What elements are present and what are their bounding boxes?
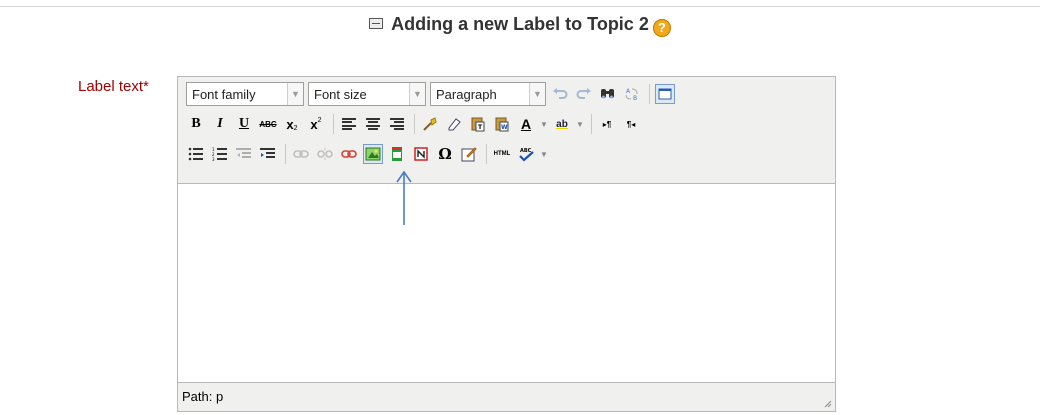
help-icon[interactable]: ? bbox=[652, 19, 671, 37]
superscript-icon[interactable]: x2 bbox=[306, 114, 326, 134]
highlight-color-icon[interactable]: ab bbox=[552, 114, 572, 134]
toolbar-row-3: 123 Ω HTML ABC ▼ bbox=[186, 142, 552, 166]
toolbar-separator bbox=[285, 144, 286, 164]
subscript-icon[interactable]: x2 bbox=[282, 114, 302, 134]
chevron-down-icon: ▼ bbox=[409, 83, 425, 105]
align-right-icon[interactable] bbox=[387, 114, 407, 134]
italic-icon[interactable]: I bbox=[210, 114, 230, 134]
text-color-icon[interactable]: A bbox=[516, 114, 536, 134]
insert-image-icon[interactable] bbox=[363, 144, 383, 164]
link-icon[interactable] bbox=[291, 144, 311, 164]
svg-text:3: 3 bbox=[212, 157, 215, 161]
format-select[interactable]: Paragraph ▼ bbox=[430, 82, 546, 106]
align-center-icon[interactable] bbox=[363, 114, 383, 134]
editor-path: Path: p bbox=[182, 389, 224, 404]
anchor-icon[interactable] bbox=[339, 144, 359, 164]
chevron-down-icon: ▼ bbox=[529, 83, 545, 105]
toolbar-separator bbox=[591, 114, 592, 134]
label-text-field-label: Label text* bbox=[78, 78, 149, 95]
toolbar-row-1: Font family ▼ Font size ▼ Paragraph ▼ AB bbox=[186, 82, 679, 106]
numbered-list-icon[interactable]: 123 bbox=[210, 144, 230, 164]
undo-icon[interactable] bbox=[550, 84, 570, 104]
media-icon[interactable] bbox=[387, 144, 407, 164]
nonbreaking-icon[interactable] bbox=[411, 144, 431, 164]
text-color-dropdown-icon[interactable]: ▼ bbox=[540, 114, 548, 134]
highlight-dropdown-icon[interactable]: ▼ bbox=[576, 114, 584, 134]
top-divider bbox=[0, 6, 1040, 7]
page-title: Adding a new Label to Topic 2 bbox=[391, 14, 649, 34]
strikethrough-icon[interactable]: ABC bbox=[258, 114, 278, 134]
edit-icon[interactable] bbox=[459, 144, 479, 164]
annotation-arrow bbox=[396, 170, 412, 225]
svg-text:ABC: ABC bbox=[520, 148, 532, 154]
svg-text:B: B bbox=[633, 95, 637, 102]
align-left-icon[interactable] bbox=[339, 114, 359, 134]
replace-icon[interactable]: AB bbox=[622, 84, 642, 104]
editor-content-area[interactable] bbox=[178, 183, 835, 383]
cleanup-icon[interactable] bbox=[420, 114, 440, 134]
font-size-select[interactable]: Font size ▼ bbox=[308, 82, 426, 106]
toolbar-separator bbox=[333, 114, 334, 134]
redo-icon[interactable] bbox=[574, 84, 594, 104]
ltr-icon[interactable]: ▸¶ bbox=[597, 114, 617, 134]
indent-icon[interactable] bbox=[258, 144, 278, 164]
label-module-icon bbox=[369, 18, 384, 29]
find-icon[interactable] bbox=[598, 84, 618, 104]
page-title-wrap: Adding a new Label to Topic 2? bbox=[0, 14, 1040, 37]
fullscreen-icon[interactable] bbox=[655, 84, 675, 104]
toolbar-separator bbox=[649, 84, 650, 104]
rich-text-editor: Font family ▼ Font size ▼ Paragraph ▼ AB… bbox=[177, 76, 836, 412]
underline-icon[interactable]: U bbox=[234, 114, 254, 134]
bullet-list-icon[interactable] bbox=[186, 144, 206, 164]
chevron-down-icon: ▼ bbox=[287, 83, 303, 105]
svg-text:W: W bbox=[501, 124, 508, 131]
rtl-icon[interactable]: ¶◂ bbox=[621, 114, 641, 134]
toolbar-separator bbox=[414, 114, 415, 134]
html-icon[interactable]: HTML bbox=[492, 144, 512, 164]
toolbar-row-2: B I U ABC x2 x2 T W A ▼ ab ▼ ▸¶ ¶◂ bbox=[186, 112, 645, 136]
required-asterisk: * bbox=[143, 78, 149, 95]
paste-text-icon[interactable]: T bbox=[468, 114, 488, 134]
spellcheck-dropdown-icon[interactable]: ▼ bbox=[540, 144, 548, 164]
label-text-caption: Label text bbox=[78, 78, 144, 95]
outdent-icon[interactable] bbox=[234, 144, 254, 164]
font-size-value: Font size bbox=[314, 86, 367, 102]
bold-icon[interactable]: B bbox=[186, 114, 206, 134]
spellcheck-icon[interactable]: ABC bbox=[516, 144, 536, 164]
svg-text:A: A bbox=[626, 88, 631, 95]
resize-handle-icon[interactable] bbox=[822, 398, 832, 408]
eraser-icon[interactable] bbox=[444, 114, 464, 134]
unlink-icon[interactable] bbox=[315, 144, 335, 164]
toolbar-separator bbox=[486, 144, 487, 164]
special-char-icon[interactable]: Ω bbox=[435, 144, 455, 164]
font-family-select[interactable]: Font family ▼ bbox=[186, 82, 304, 106]
font-family-value: Font family bbox=[192, 86, 256, 102]
format-value: Paragraph bbox=[436, 86, 497, 102]
paste-word-icon[interactable]: W bbox=[492, 114, 512, 134]
